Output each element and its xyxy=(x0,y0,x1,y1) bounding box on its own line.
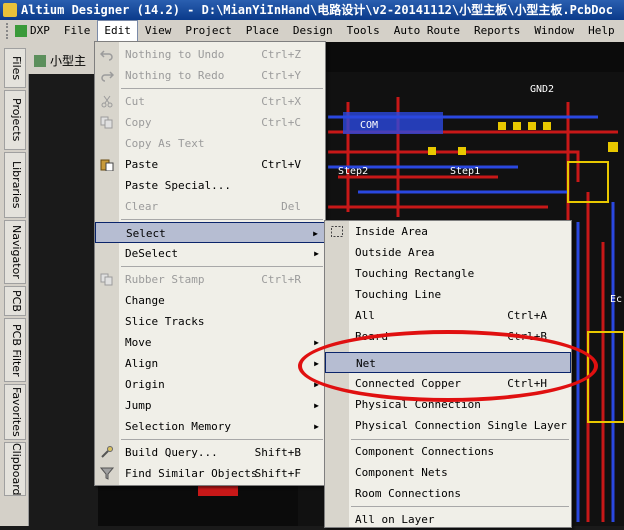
menu-item-select[interactable]: Select ▶ xyxy=(95,222,325,243)
yellow-pad xyxy=(428,147,436,155)
yellow-pad xyxy=(513,122,521,130)
altium-logo-icon xyxy=(3,3,17,17)
panel-tab-pcb[interactable]: PCB xyxy=(4,286,26,316)
menu-item-move[interactable]: Move ▶ xyxy=(95,332,325,353)
menu-item-all[interactable]: All Ctrl+A xyxy=(325,305,571,326)
window-title: Altium Designer (14.2) - D:\MianYiInHand… xyxy=(21,3,613,17)
dxp-icon xyxy=(15,25,27,37)
menu-item-paste-special[interactable]: Paste Special... xyxy=(95,175,325,196)
menu-item-inside-area[interactable]: Inside Area xyxy=(325,221,571,242)
build-query-icon xyxy=(101,446,113,458)
blue-copper-pour xyxy=(343,112,443,134)
panel-tab-libraries[interactable]: Libraries xyxy=(4,152,26,218)
menu-separator xyxy=(121,266,323,267)
left-dock-panel: Files Projects Libraries Navigator PCB P… xyxy=(0,42,29,526)
menu-separator xyxy=(351,506,569,507)
pcb-document-icon xyxy=(34,55,46,67)
submenu-arrow-icon: ▶ xyxy=(314,401,319,410)
menu-separator xyxy=(121,88,323,89)
menu-item-room-connections[interactable]: Room Connections xyxy=(325,483,571,504)
menu-item-clear: Clear Del xyxy=(125,200,301,213)
funnel-icon xyxy=(100,467,114,480)
menu-item-change[interactable]: Change xyxy=(95,290,325,311)
redo-icon xyxy=(101,71,114,82)
rubber-stamp-icon xyxy=(100,273,113,286)
menu-design[interactable]: Design xyxy=(286,20,340,42)
pcb-label-step1: Step1 xyxy=(450,166,480,177)
menu-place[interactable]: Place xyxy=(239,20,286,42)
menu-item-rubber-stamp: Rubber Stamp Ctrl+R xyxy=(95,269,325,290)
pcb-label-com: COM xyxy=(360,120,378,131)
annotation-ellipse xyxy=(298,330,598,402)
menu-help[interactable]: Help xyxy=(581,20,622,42)
menu-item-component-connections[interactable]: Component Connections xyxy=(325,441,571,462)
document-tab-label: 小型主 xyxy=(50,54,87,68)
paste-icon xyxy=(100,159,114,171)
menu-item-jump[interactable]: Jump ▶ xyxy=(95,395,325,416)
yellow-pad xyxy=(458,147,466,155)
panel-tab-projects[interactable]: Projects xyxy=(4,90,26,150)
menu-item-component-nets[interactable]: Component Nets xyxy=(325,462,571,483)
menu-edit[interactable]: Edit xyxy=(97,20,138,42)
menu-item-build-query[interactable]: Build Query... Shift+B xyxy=(95,442,325,463)
scissors-icon xyxy=(101,95,113,108)
panel-tab-navigator[interactable]: Navigator xyxy=(4,220,26,284)
panel-tab-files[interactable]: Files xyxy=(4,48,26,88)
menu-item-touching-rectangle[interactable]: Touching Rectangle xyxy=(325,263,571,284)
menu-item-selection-memory[interactable]: Selection Memory ▶ xyxy=(95,416,325,437)
panel-tab-pcb-filter[interactable]: PCB Filter xyxy=(4,318,26,382)
menu-item-physical-connection-single-layer[interactable]: Physical Connection Single Layer xyxy=(325,415,571,436)
edit-menu: Nothing to Undo Ctrl+Z Nothing to Redo Ctr… xyxy=(94,41,326,486)
menu-dxp[interactable]: DXP xyxy=(30,20,57,42)
menu-item-deselect[interactable]: DeSelect ▶ xyxy=(95,243,325,264)
menu-view[interactable]: View xyxy=(138,20,179,42)
pcb-label-step2: Step2 xyxy=(338,166,368,177)
panel-tab-favorites[interactable]: Favorites xyxy=(4,384,26,440)
pcb-label-gnd2: GND2 xyxy=(530,84,554,95)
menu-item-outside-area[interactable]: Outside Area xyxy=(325,242,571,263)
menu-window[interactable]: Window xyxy=(527,20,581,42)
submenu-arrow-icon: ▶ xyxy=(314,249,319,258)
menu-item-slice-tracks[interactable]: Slice Tracks xyxy=(95,311,325,332)
menu-separator xyxy=(121,219,323,220)
menu-project[interactable]: Project xyxy=(178,20,238,42)
menu-separator xyxy=(351,439,569,440)
menu-file[interactable]: File xyxy=(57,20,98,42)
menu-separator xyxy=(121,439,323,440)
submenu-arrow-icon: ▶ xyxy=(314,422,319,431)
menu-bar: DXP File Edit View Project Place Design Tools Au… xyxy=(0,20,624,43)
menu-item-copy-as-text: Copy As Text xyxy=(125,137,205,150)
menu-item-align[interactable]: Align ▶ xyxy=(95,353,325,374)
menu-item-copy: Copy Ctrl+C xyxy=(95,112,325,133)
menu-item-all-on-layer[interactable]: All on Layer xyxy=(325,509,571,530)
menu-item-undo: Nothing to Undo Ctrl+Z xyxy=(95,44,325,65)
menu-auto-route[interactable]: Auto Route xyxy=(387,20,467,42)
yellow-pad xyxy=(498,122,506,130)
submenu-arrow-icon: ▶ xyxy=(313,229,318,238)
dashed-rect-icon xyxy=(331,226,343,237)
menu-item-touching-line[interactable]: Touching Line xyxy=(325,284,571,305)
menu-tools[interactable]: Tools xyxy=(340,20,387,42)
menu-item-origin[interactable]: Origin ▶ xyxy=(95,374,325,395)
menu-item-find-similar-objects[interactable]: Find Similar Objects Shift+F xyxy=(95,463,325,484)
yellow-pad xyxy=(608,142,618,152)
pcb-label-ec: Ec xyxy=(610,294,622,305)
menu-item-paste[interactable]: Paste Ctrl+V xyxy=(95,154,325,175)
menu-reports[interactable]: Reports xyxy=(467,20,527,42)
document-tab[interactable]: 小型主 xyxy=(28,42,98,74)
undo-icon xyxy=(100,50,113,61)
toolbar-grip-icon[interactable] xyxy=(6,23,12,39)
menu-item-redo: Nothing to Redo Ctrl+Y xyxy=(95,65,325,86)
yellow-pad xyxy=(528,122,536,130)
yellow-pad xyxy=(543,122,551,130)
menu-item-cut: Cut Ctrl+X xyxy=(95,91,325,112)
copy-icon xyxy=(100,116,113,129)
title-bar: Altium Designer (14.2) - D:\MianYiInHand… xyxy=(0,0,624,20)
panel-tab-clipboard[interactable]: Clipboard xyxy=(4,442,26,496)
